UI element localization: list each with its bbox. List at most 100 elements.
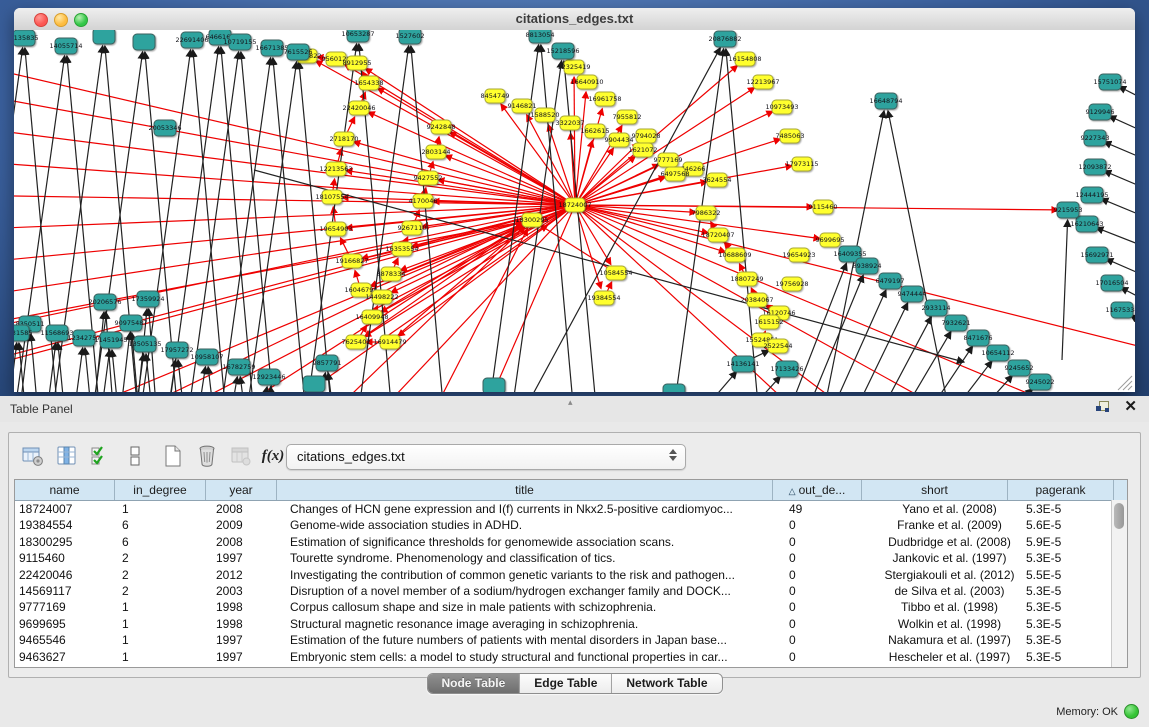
graph-node-selected[interactable]: 16914479	[373, 335, 406, 349]
graph-node[interactable]: 7615526	[284, 44, 313, 60]
graph-node-selected[interactable]: 1615152	[755, 315, 784, 329]
memory-ok-indicator[interactable]	[1124, 704, 1139, 719]
graph-node-selected[interactable]: 16640910	[570, 75, 603, 89]
graph-edge[interactable]	[208, 367, 219, 392]
graph-node-selected[interactable]: 3624554	[703, 173, 732, 187]
graph-node-selected[interactable]: 18720407	[701, 228, 734, 242]
column-header-pagerank[interactable]: pagerank	[1008, 480, 1114, 500]
cell-year[interactable]: 2008	[212, 501, 286, 517]
graph-edge[interactable]	[575, 205, 1135, 392]
graph-node-selected[interactable]: 2803144	[422, 145, 451, 159]
table-row[interactable]: 911546021997Tourette syndrome. Phenomeno…	[15, 550, 1127, 566]
cell-title[interactable]: Investigating the contribution of common…	[286, 567, 785, 583]
cell-out_degree[interactable]: 0	[785, 599, 877, 615]
column-header-year[interactable]: year	[206, 480, 277, 500]
cell-title[interactable]: Genome-wide association studies in ADHD.	[286, 517, 785, 533]
graph-node[interactable]: 22691406	[175, 32, 208, 48]
cell-name[interactable]: 9465546	[15, 632, 118, 648]
citation-network-graph[interactable]: 1872400776638229560128891295516543382242…	[14, 30, 1135, 392]
cell-name[interactable]: 18300295	[15, 534, 118, 550]
graph-node[interactable]: 9227343	[1081, 130, 1110, 146]
graph-edge[interactable]	[14, 125, 575, 205]
graph-node-selected[interactable]: 7625402	[342, 335, 371, 349]
cell-title[interactable]: Changes of HCN gene expression and I(f) …	[286, 501, 785, 517]
cell-year[interactable]: 1997	[212, 632, 286, 648]
graph-node[interactable]: 9245022	[1026, 374, 1055, 390]
graph-node[interactable]: 1527602	[396, 30, 425, 44]
graph-edge[interactable]	[58, 343, 69, 392]
cell-year[interactable]: 1997	[212, 649, 286, 665]
graph-node[interactable]: 2933114	[922, 300, 951, 316]
graph-edge[interactable]	[1101, 199, 1135, 235]
split-pane-handle-icon[interactable]: ▴	[568, 397, 573, 408]
scrollbar-thumb[interactable]	[1114, 503, 1124, 529]
graph-edge[interactable]	[709, 376, 780, 392]
tab-edge-table[interactable]: Edge Table	[520, 674, 612, 693]
cell-title[interactable]: Corpus callosum shape and size in male p…	[286, 599, 785, 615]
graph-edge[interactable]	[346, 170, 575, 205]
graph-node-selected[interactable]: 10688609	[718, 248, 751, 262]
cell-name[interactable]: 18724007	[15, 501, 118, 517]
table-row[interactable]: 1830029562008Estimation of significance …	[15, 534, 1127, 550]
graph-node-selected[interactable]: 7986322	[692, 206, 721, 220]
graph-node[interactable]: 8813054	[526, 30, 555, 43]
graph-node-selected[interactable]: 18807249	[730, 272, 763, 286]
cell-name[interactable]: 14569117	[15, 583, 118, 599]
column-header-out_degree[interactable]: △out_de...	[773, 480, 862, 500]
table-row[interactable]: 946362711997Embryonic stem cells: a mode…	[15, 649, 1127, 665]
cell-short[interactable]: Franke et al. (2009)	[877, 517, 1022, 533]
graph-node-selected[interactable]: 4170046	[409, 194, 438, 208]
graph-edge[interactable]	[14, 195, 575, 205]
graph-node[interactable]: 11675334	[1105, 302, 1135, 318]
cell-short[interactable]: Hescheler et al. (1997)	[877, 649, 1022, 665]
cell-title[interactable]: Structural magnetic resonance image aver…	[286, 616, 785, 632]
cell-title[interactable]: Estimation of significance thresholds fo…	[286, 534, 785, 550]
table-row[interactable]: 969969511998Structural magnetic resonanc…	[15, 616, 1127, 632]
cell-name[interactable]: 9463627	[15, 649, 118, 665]
graph-edge[interactable]	[14, 90, 575, 205]
graph-node-selected[interactable]: 9427552	[414, 171, 443, 185]
graph-node-selected[interactable]: 19166827	[335, 254, 368, 268]
column-header-title[interactable]: title	[277, 480, 773, 500]
graph-node[interactable]: 16648794	[869, 93, 902, 109]
function-builder-icon[interactable]: f(x)	[259, 442, 287, 470]
graph-edge[interactable]	[1062, 220, 1068, 360]
column-header-in_degree[interactable]: in_degree	[115, 480, 206, 500]
cell-year[interactable]: 1998	[212, 599, 286, 615]
graph-node[interactable]	[303, 376, 325, 392]
cell-out_degree[interactable]: 0	[785, 616, 877, 632]
table-select-dropdown[interactable]: citations_edges.txt	[286, 444, 686, 470]
graph-node-selected[interactable]: 8878334	[377, 267, 406, 281]
graph-node-selected[interactable]: 9699695	[816, 233, 845, 247]
graph-node-selected[interactable]: 19654903	[319, 222, 352, 236]
close-panel-icon[interactable]: ✕	[1124, 400, 1137, 413]
table-row[interactable]: 946554611997Estimation of the future num…	[15, 632, 1127, 648]
graph-node-selected[interactable]: 9794028	[632, 129, 661, 143]
graph-node-selected[interactable]: 7485063	[776, 129, 805, 143]
graph-edge[interactable]	[1119, 87, 1135, 122]
graph-node[interactable]: 17133426	[770, 361, 803, 377]
new-table-icon[interactable]	[159, 442, 187, 470]
cell-out_degree[interactable]: 0	[785, 632, 877, 648]
graph-node-selected[interactable]: 9267110	[398, 221, 427, 235]
cell-year[interactable]: 1998	[212, 616, 286, 632]
graph-node-selected[interactable]: 20384067	[740, 293, 773, 307]
cell-year[interactable]: 2012	[212, 567, 286, 583]
cell-year[interactable]: 2003	[212, 583, 286, 599]
graph-node[interactable]: 8471676	[964, 330, 993, 346]
cell-year[interactable]: 2009	[212, 517, 286, 533]
cell-in_degree[interactable]: 1	[118, 649, 212, 665]
cell-short[interactable]: Stergiakouli et al. (2012)	[877, 567, 1022, 583]
cell-in_degree[interactable]: 2	[118, 583, 212, 599]
cell-out_degree[interactable]: 0	[785, 567, 877, 583]
graph-node[interactable]: 90975487	[114, 315, 147, 331]
graph-edge[interactable]	[182, 52, 239, 392]
graph-nodes[interactable]: 1872400776638229560128891295516543382242…	[14, 30, 1135, 392]
cell-in_degree[interactable]: 2	[118, 567, 212, 583]
graph-edge[interactable]	[900, 346, 972, 392]
graph-edge[interactable]	[68, 348, 83, 392]
cell-short[interactable]: Wolkin et al. (1998)	[877, 616, 1022, 632]
graph-node-selected[interactable]: 2718170	[330, 132, 359, 146]
cell-in_degree[interactable]: 1	[118, 632, 212, 648]
cell-out_degree[interactable]: 49	[785, 501, 877, 517]
